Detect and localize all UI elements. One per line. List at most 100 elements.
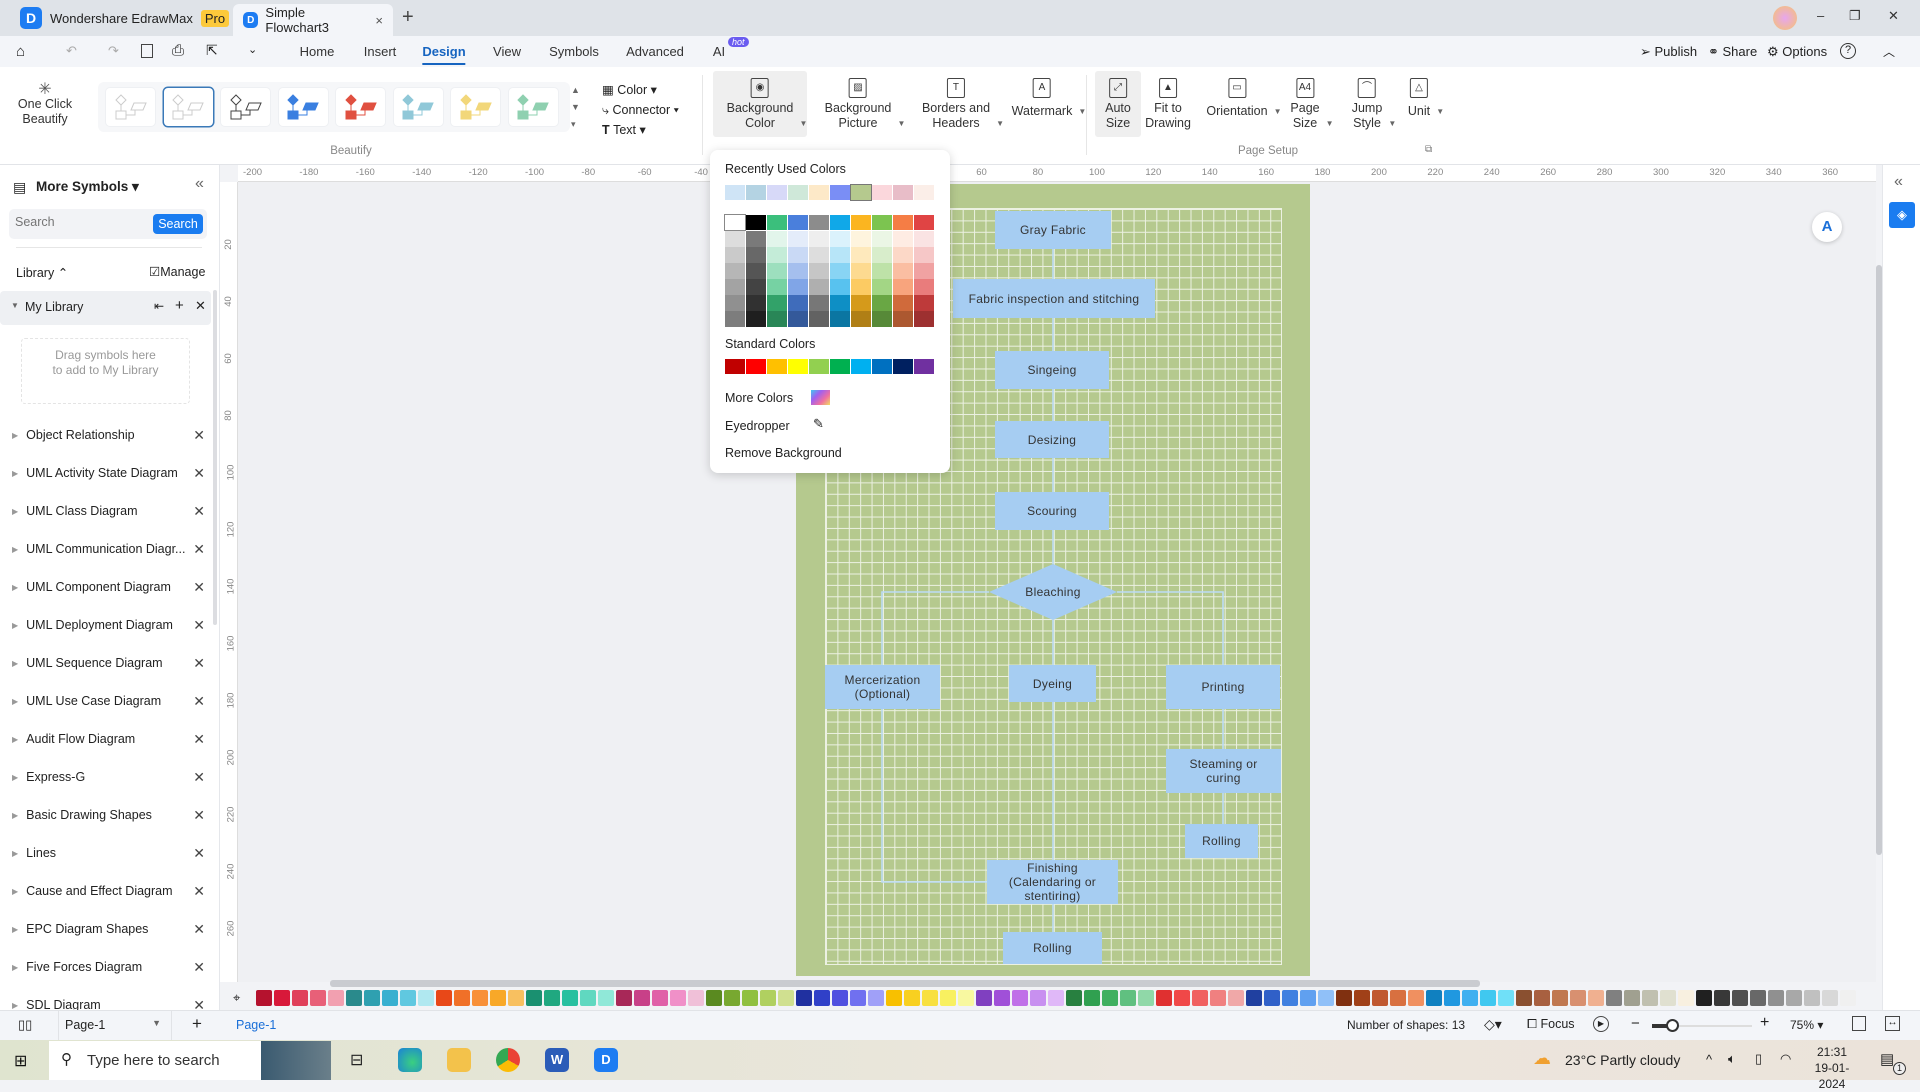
theme-color-swatch[interactable] [872, 295, 892, 311]
close-icon[interactable]: ✕ [193, 769, 205, 786]
theme-color-swatch[interactable] [893, 311, 913, 327]
watermark-button[interactable]: A Watermark ▼ [1012, 78, 1086, 119]
theme-thumbnail[interactable] [278, 88, 328, 126]
palette-color-swatch[interactable] [1444, 990, 1460, 1006]
library-item[interactable]: ▶ Five Forces Diagram ✕ [0, 952, 215, 982]
flowchart-node-roll2[interactable]: Rolling [1185, 824, 1258, 858]
auto-size-button[interactable]: ⤢ Auto Size [1105, 78, 1131, 131]
windows-start-icon[interactable]: ⊞ [14, 1051, 27, 1071]
export-icon[interactable]: ⇱ [206, 42, 218, 59]
palette-color-swatch[interactable] [940, 990, 956, 1006]
theme-thumbnail[interactable] [451, 88, 500, 126]
zoom-slider[interactable] [1652, 1019, 1752, 1032]
palette-color-swatch[interactable] [1534, 990, 1550, 1006]
theme-color-swatch[interactable] [746, 215, 766, 230]
standard-color-swatch[interactable] [767, 359, 787, 374]
standard-color-swatch[interactable] [788, 359, 808, 374]
color-dropdown[interactable]: ▦ Color ▾ [602, 80, 679, 100]
theme-color-swatch[interactable] [767, 311, 787, 327]
edge-browser-icon[interactable] [398, 1048, 422, 1072]
theme-color-swatch[interactable] [914, 311, 934, 327]
palette-color-swatch[interactable] [1300, 990, 1316, 1006]
flowchart-node-scour[interactable]: Scouring [995, 492, 1109, 530]
palette-color-swatch[interactable] [310, 990, 326, 1006]
theme-color-swatch[interactable] [851, 295, 871, 311]
standard-color-swatch[interactable] [872, 359, 892, 374]
palette-color-swatch[interactable] [1318, 990, 1334, 1006]
theme-color-swatch[interactable] [872, 247, 892, 263]
palette-color-swatch[interactable] [256, 990, 272, 1006]
palette-color-swatch[interactable] [1264, 990, 1280, 1006]
flowchart-node-merc[interactable]: Mercerization (Optional) [825, 665, 940, 709]
app-tab[interactable]: D Wondershare EdrawMax Pro [0, 0, 230, 36]
palette-color-swatch[interactable] [1498, 990, 1514, 1006]
connector-dropdown[interactable]: ⤷ Connector ▾ [602, 100, 679, 120]
palette-color-swatch[interactable] [418, 990, 434, 1006]
theme-color-swatch[interactable] [809, 231, 829, 247]
palette-color-swatch[interactable] [490, 990, 506, 1006]
palette-color-swatch[interactable] [1696, 990, 1712, 1006]
flowchart-node-desize[interactable]: Desizing [995, 421, 1109, 458]
horizontal-scrollbar[interactable] [330, 980, 1480, 987]
edrawmax-taskbar-icon[interactable]: D [594, 1048, 618, 1072]
library-item[interactable]: ▶ UML Activity State Diagram ✕ [0, 458, 215, 488]
wifi-icon[interactable]: ◠ [1780, 1051, 1791, 1067]
standard-color-swatch[interactable] [809, 359, 829, 374]
palette-color-swatch[interactable] [1336, 990, 1352, 1006]
close-icon[interactable]: ✕ [193, 693, 205, 710]
fit-width-icon[interactable]: ↔ [1885, 1016, 1900, 1031]
flowchart-node-dye[interactable]: Dyeing [1009, 665, 1096, 702]
flowchart-node-gray[interactable]: Gray Fabric [995, 211, 1111, 249]
play-icon[interactable]: ▶ [1593, 1016, 1609, 1032]
minimize-button[interactable]: – [1817, 8, 1824, 23]
close-icon[interactable]: ✕ [193, 883, 205, 900]
palette-color-swatch[interactable] [1732, 990, 1748, 1006]
palette-color-swatch[interactable] [382, 990, 398, 1006]
recent-color-swatch[interactable] [767, 185, 787, 200]
close-icon[interactable]: ✕ [193, 845, 205, 862]
library-item[interactable]: ▶ UML Sequence Diagram ✕ [0, 648, 215, 678]
page-panel-icon[interactable]: ▯▯ [18, 1017, 32, 1033]
weather-text[interactable]: 23°C Partly cloudy [1565, 1052, 1680, 1068]
theme-color-swatch[interactable] [809, 263, 829, 279]
expand-right-panel-icon[interactable]: « [1894, 173, 1903, 191]
theme-color-swatch[interactable] [851, 263, 871, 279]
theme-color-swatch[interactable] [746, 311, 766, 327]
panel-scrollbar[interactable] [213, 290, 217, 625]
palette-color-swatch[interactable] [274, 990, 290, 1006]
layers-icon[interactable]: ◇▾ [1484, 1016, 1502, 1033]
palette-color-swatch[interactable] [436, 990, 452, 1006]
flowchart-node-finish[interactable]: Finishing (Calendaring or stentiring) [987, 860, 1118, 904]
flowchart-node-steam[interactable]: Steaming or curing [1166, 749, 1281, 793]
theme-color-swatch[interactable] [851, 231, 871, 247]
close-icon[interactable]: ✕ [193, 921, 205, 938]
palette-color-swatch[interactable] [1246, 990, 1262, 1006]
share-button[interactable]: ⚭ Share [1708, 44, 1757, 60]
theme-color-swatch[interactable] [767, 263, 787, 279]
palette-color-swatch[interactable] [616, 990, 632, 1006]
theme-color-swatch[interactable] [788, 279, 808, 295]
theme-color-swatch[interactable] [914, 279, 934, 295]
palette-color-swatch[interactable] [1462, 990, 1478, 1006]
save-icon[interactable] [141, 44, 153, 58]
theme-thumbnail[interactable] [508, 88, 558, 126]
theme-thumbnail[interactable] [221, 88, 270, 126]
page-tab-active[interactable]: Page-1 [236, 1018, 276, 1032]
theme-thumbnail[interactable] [336, 88, 385, 126]
palette-color-swatch[interactable] [454, 990, 470, 1006]
theme-color-swatch[interactable] [746, 247, 766, 263]
page-select[interactable]: Page-1 ▼ [58, 1011, 172, 1040]
close-icon[interactable]: ✕ [193, 579, 205, 596]
flowchart-node-inspect[interactable]: Fabric inspection and stitching [953, 279, 1155, 318]
tab-view[interactable]: View [493, 44, 521, 59]
library-item[interactable]: ▶ UML Communication Diagr... ✕ [0, 534, 215, 564]
library-item[interactable]: ▶ Audit Flow Diagram ✕ [0, 724, 215, 754]
palette-color-swatch[interactable] [1624, 990, 1640, 1006]
theme-color-swatch[interactable] [725, 311, 745, 327]
theme-color-swatch[interactable] [851, 279, 871, 295]
palette-color-swatch[interactable] [1750, 990, 1766, 1006]
tab-design[interactable]: Design [422, 44, 466, 65]
close-icon[interactable]: ✕ [193, 731, 205, 748]
theme-color-swatch[interactable] [725, 279, 745, 295]
recent-color-swatch[interactable] [872, 185, 892, 200]
